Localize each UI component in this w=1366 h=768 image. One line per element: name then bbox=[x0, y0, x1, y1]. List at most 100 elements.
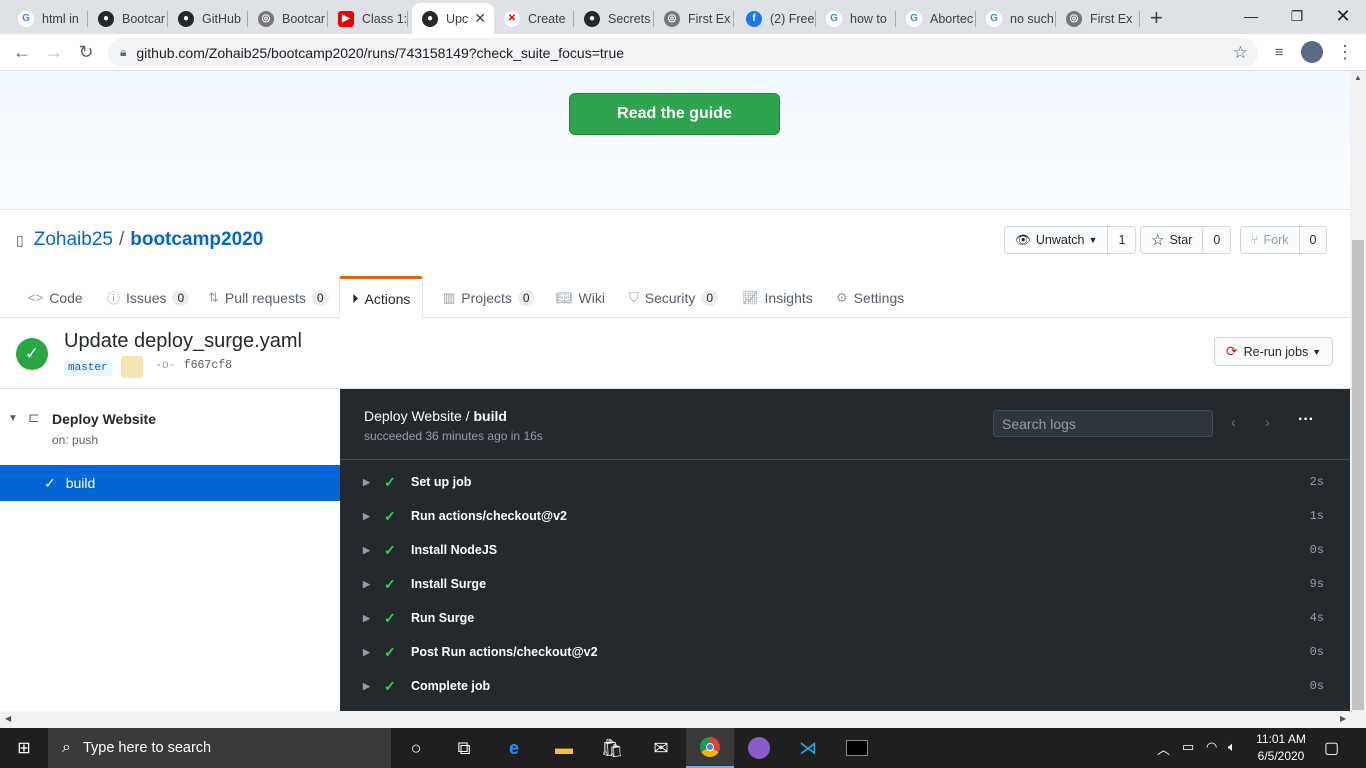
watch-count[interactable]: 1 bbox=[1108, 227, 1136, 253]
chevron-up-icon[interactable]: ︿ bbox=[1157, 739, 1170, 758]
profile-avatar[interactable] bbox=[1301, 41, 1323, 63]
scroll-left-icon[interactable]: ◀ bbox=[5, 714, 11, 723]
browser-tab[interactable]: ✕ Create bbox=[494, 3, 574, 34]
job-item-build[interactable]: ✓ build bbox=[0, 465, 340, 501]
bookmark-star-icon[interactable]: ☆ bbox=[1233, 43, 1248, 63]
browser-tab[interactable]: Gno such bbox=[976, 3, 1056, 34]
terminal-icon[interactable] bbox=[833, 728, 881, 768]
forward-icon[interactable]: → bbox=[42, 40, 66, 64]
more-options-icon[interactable]: ··· bbox=[1298, 411, 1314, 429]
tab-insights[interactable]: 📈︎ Insights bbox=[742, 277, 813, 318]
fork-count[interactable]: 0 bbox=[1299, 227, 1327, 253]
browser-tab[interactable]: ◎ First Ex bbox=[1056, 3, 1140, 34]
star-button[interactable]: ☆ Star bbox=[1141, 227, 1204, 253]
fork-button[interactable]: ⑂ Fork bbox=[1241, 227, 1300, 253]
log-status: succeeded 36 minutes ago in 16s bbox=[364, 429, 543, 443]
caret-down-icon: ▼ bbox=[1088, 235, 1098, 245]
tab-code[interactable]: <> Code bbox=[28, 277, 83, 318]
repo-owner-link[interactable]: Zohaib25 bbox=[34, 229, 113, 251]
mail-icon[interactable]: ✉ bbox=[637, 728, 685, 768]
notifications-icon[interactable]: ▢ bbox=[1324, 738, 1339, 758]
browser-tab[interactable]: Ghow to bbox=[816, 3, 896, 34]
check-icon: ✓ bbox=[384, 473, 396, 490]
tab-title: Secrets bbox=[608, 11, 651, 26]
github-icon: ● bbox=[422, 10, 438, 27]
wifi-icon[interactable]: ◠ bbox=[1206, 739, 1217, 755]
restore-icon[interactable]: ❐ bbox=[1274, 0, 1320, 32]
cortana-icon[interactable]: ○ bbox=[392, 728, 440, 768]
battery-icon[interactable]: ▭ bbox=[1182, 739, 1194, 755]
volume-icon[interactable]: 🔈︎ bbox=[1228, 739, 1236, 755]
tab-issues[interactable]: ⓘ Issues 0 bbox=[107, 277, 190, 318]
log-title: Deploy Website / build bbox=[364, 408, 507, 424]
collapse-triangle-icon[interactable]: ▼ bbox=[8, 413, 18, 424]
task-view-icon[interactable]: ⧉ bbox=[440, 728, 488, 768]
unwatch-button[interactable]: 👁︎ Unwatch ▼ bbox=[1005, 227, 1109, 253]
log-step[interactable]: ▶ ✓ Post Run actions/checkout@v2 0s bbox=[340, 635, 1350, 669]
browser-tab[interactable]: ◎ First Ex bbox=[654, 3, 734, 34]
taskbar-clock[interactable]: 11:01 AM 6/5/2020 bbox=[1251, 731, 1311, 765]
close-tab-icon[interactable]: ✕ bbox=[474, 10, 486, 27]
back-icon[interactable]: ← bbox=[10, 40, 34, 64]
step-duration: 1s bbox=[1309, 509, 1324, 523]
chrome-icon[interactable] bbox=[686, 728, 734, 768]
log-step[interactable]: ▶ ✓ Install NodeJS 0s bbox=[340, 533, 1350, 567]
taskbar-search[interactable]: ⌕ Type here to search bbox=[48, 728, 391, 768]
repo-icon: ▯ bbox=[16, 231, 24, 248]
store-icon[interactable]: 🛍︎ bbox=[588, 728, 636, 768]
github-desktop-icon[interactable] bbox=[735, 728, 783, 768]
browser-tab[interactable]: f (2) Free bbox=[736, 3, 816, 34]
edge-icon[interactable]: e bbox=[490, 728, 538, 768]
log-step[interactable]: ▶ ✓ Run Surge 4s bbox=[340, 601, 1350, 635]
tab-projects[interactable]: ▥ Projects 0 bbox=[443, 277, 535, 318]
author-avatar[interactable] bbox=[121, 356, 143, 378]
close-window-icon[interactable]: ✕ bbox=[1320, 0, 1366, 32]
tab-security[interactable]: ⛉ Security 0 bbox=[629, 277, 719, 318]
run-header: ✓ Update deploy_surge.yaml master -o-f66… bbox=[0, 318, 1350, 389]
browser-tab[interactable]: ◎ Bootcar bbox=[248, 3, 328, 34]
tab-actions[interactable]: ⏵ Actions bbox=[339, 276, 424, 318]
rerun-jobs-button[interactable]: ⟳ Re-run jobs ▼ bbox=[1214, 337, 1333, 366]
branch-label[interactable]: master bbox=[64, 360, 112, 376]
globe-icon: ◎ bbox=[664, 10, 680, 27]
tab-pull-requests[interactable]: ⇅ Pull requests 0 bbox=[208, 277, 329, 318]
file-explorer-icon[interactable]: ▬ bbox=[540, 728, 588, 768]
tab-title: Class 1: bbox=[362, 11, 408, 26]
windows-start-icon[interactable]: ⊞ bbox=[0, 728, 48, 768]
tab-settings[interactable]: ⚙ Settings bbox=[836, 277, 904, 318]
browser-tab[interactable]: ● Secrets bbox=[574, 3, 654, 34]
chevron-left-icon[interactable]: ‹ bbox=[1231, 414, 1236, 430]
log-step[interactable]: ▶ ✓ Complete job 0s bbox=[340, 669, 1350, 703]
actions-hero-banner: Read the guide bbox=[0, 71, 1350, 210]
scroll-right-icon[interactable]: ▶ bbox=[1340, 714, 1346, 723]
reload-icon[interactable]: ↻ bbox=[74, 40, 98, 64]
search-logs-input[interactable]: Search logs bbox=[993, 410, 1213, 437]
browser-tab[interactable]: ● Bootcar bbox=[88, 3, 168, 34]
commit-sha[interactable]: -o-f667cf8 bbox=[155, 359, 232, 372]
new-tab-icon[interactable]: + bbox=[1150, 5, 1163, 31]
browser-tab[interactable]: G Abortec bbox=[896, 3, 976, 34]
repo-name-link[interactable]: bootcamp2020 bbox=[130, 229, 263, 251]
address-bar[interactable]: 🔒︎ github.com/Zohaib25/bootcamp2020/runs… bbox=[108, 38, 1258, 67]
vscode-icon[interactable]: ⋊ bbox=[784, 728, 832, 768]
chevron-right-icon[interactable]: › bbox=[1265, 414, 1270, 430]
workflow-name[interactable]: Deploy Website bbox=[52, 411, 156, 427]
scroll-up-icon[interactable]: ▲ bbox=[1354, 73, 1362, 82]
star-count[interactable]: 0 bbox=[1203, 227, 1231, 253]
browser-tab-active[interactable]: ● Upc ✕ bbox=[412, 3, 494, 34]
read-guide-button[interactable]: Read the guide bbox=[569, 93, 780, 135]
log-step[interactable]: ▶ ✓ Install Surge 9s bbox=[340, 567, 1350, 601]
shield-icon: ⛉ bbox=[629, 289, 639, 305]
unwatch-label: Unwatch bbox=[1035, 233, 1085, 247]
tab-wiki[interactable]: 📖︎ Wiki bbox=[556, 277, 605, 318]
log-step[interactable]: ▶ ✓ Run actions/checkout@v2 1s bbox=[340, 499, 1350, 533]
horizontal-scrollbar[interactable]: ◀ ▶ bbox=[0, 711, 1366, 728]
vertical-scroll-thumb[interactable] bbox=[1352, 240, 1364, 710]
browser-tab[interactable]: ● GitHub bbox=[168, 3, 248, 34]
minimize-icon[interactable]: — bbox=[1228, 0, 1274, 32]
browser-tab[interactable]: ▶ Class 1: bbox=[328, 3, 408, 34]
menu-dots-icon[interactable]: ⋮ bbox=[1333, 40, 1357, 64]
log-step[interactable]: ▶ ✓ Set up job 2s bbox=[340, 465, 1350, 499]
browser-tab[interactable]: Ghtml in bbox=[8, 3, 88, 34]
media-control-icon[interactable]: ≡ bbox=[1267, 40, 1291, 64]
